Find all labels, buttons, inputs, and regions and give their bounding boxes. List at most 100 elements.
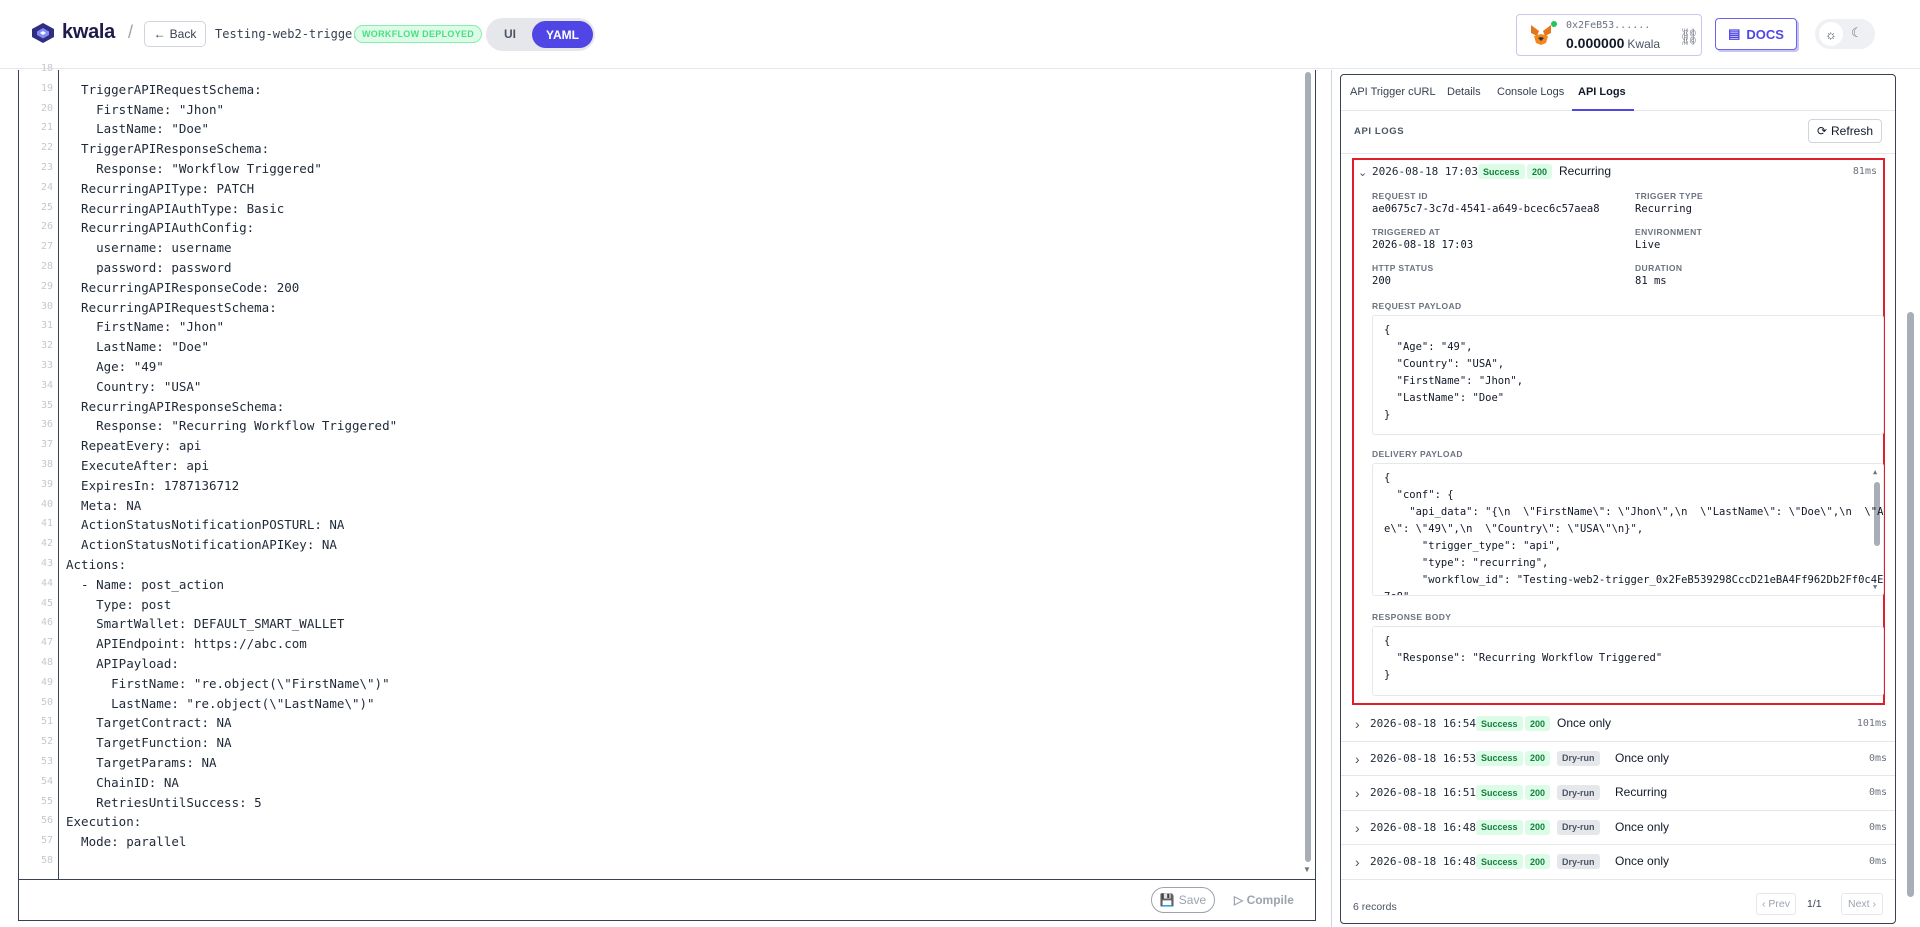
trigger-type-label: TRIGGER TYPE xyxy=(1635,191,1704,201)
chevron-down-icon[interactable]: ⌄ xyxy=(1358,166,1367,179)
tab-api-logs[interactable]: API Logs xyxy=(1578,86,1626,98)
save-label: Save xyxy=(1178,893,1207,907)
brand-logo[interactable]: kwala xyxy=(30,21,115,44)
chevron-right-icon[interactable]: › xyxy=(1355,785,1360,801)
response-body-box[interactable]: { "Response": "Recurring Workflow Trigge… xyxy=(1372,626,1884,696)
code-line[interactable]: TargetContract: NA xyxy=(66,715,231,730)
code-line[interactable]: RepeatEvery: api xyxy=(66,438,201,453)
scroll-up-arrow-icon[interactable]: ▲ xyxy=(1873,468,1877,476)
code-line[interactable]: RecurringAPIType: PATCH xyxy=(66,181,254,196)
code-line[interactable]: LastName: "Doe" xyxy=(66,121,209,136)
code-line[interactable]: Type: post xyxy=(66,597,171,612)
next-page-button[interactable]: Next › xyxy=(1841,893,1883,915)
line-number: 21 xyxy=(40,122,53,134)
code-line[interactable]: RecurringAPIAuthType: Basic xyxy=(66,201,284,216)
scroll-down-arrow-icon[interactable]: ▼ xyxy=(1303,865,1311,874)
code-line[interactable]: Age: "49" xyxy=(66,359,164,374)
chevron-right-icon[interactable]: › xyxy=(1355,854,1360,870)
tab-console-logs[interactable]: Console Logs xyxy=(1497,86,1564,98)
connected-indicator xyxy=(1551,21,1557,27)
code-line[interactable]: TriggerAPIResponseSchema: xyxy=(66,141,269,156)
code-line[interactable]: password: password xyxy=(66,260,231,275)
code-line[interactable]: username: username xyxy=(66,240,231,255)
code-line[interactable]: TargetParams: NA xyxy=(66,755,216,770)
refresh-button[interactable]: ⟳ Refresh xyxy=(1808,119,1882,143)
code-line[interactable]: Response: "Recurring Workflow Triggered" xyxy=(66,418,397,433)
editor-scroll-thumb[interactable] xyxy=(1305,72,1311,862)
tab-api-trigger-curl[interactable]: API Trigger cURL xyxy=(1350,86,1436,98)
code-line[interactable]: Execution: xyxy=(66,814,141,829)
log-duration: 0ms xyxy=(1868,821,1887,833)
code-line[interactable]: ExecuteAfter: api xyxy=(66,458,209,473)
request-payload-line: "Country": "USA", xyxy=(1384,358,1505,370)
panel-divider[interactable] xyxy=(1331,70,1332,927)
status-badge: Success xyxy=(1476,785,1523,800)
code-line[interactable]: RetriesUntilSuccess: 5 xyxy=(66,795,262,810)
wallet-card[interactable]: 0x2FeB53...... 0.000000 Kwala ⛓ xyxy=(1516,14,1702,56)
chevron-right-icon[interactable]: › xyxy=(1355,716,1360,732)
delivery-payload-line: "trigger_type": "api", xyxy=(1384,540,1562,552)
chevron-right-icon[interactable]: › xyxy=(1355,820,1360,836)
response-body-line: { xyxy=(1384,635,1391,647)
log-row[interactable]: › 2026-08-18 16:51 Success 200 Dry-run Recurr… xyxy=(1341,776,1895,811)
toggle-yaml[interactable]: YAML xyxy=(532,21,593,48)
sun-icon[interactable]: ☼ xyxy=(1819,22,1843,46)
line-number: 53 xyxy=(40,756,53,767)
yaml-editor[interactable]: 18 19 20 21 22 23 24 25 26 27 28 29 30 31 32 33 34 35 36 37… xyxy=(18,63,1316,880)
code-line[interactable]: APIPayload: xyxy=(66,656,179,671)
docs-button[interactable]: ▤ DOCS xyxy=(1715,18,1797,50)
log-row[interactable]: › 2026-08-18 16:54 Success 200 Once only 101m… xyxy=(1341,707,1895,742)
request-payload-box[interactable]: { "Age": "49", "Country": "USA", "FirstN… xyxy=(1372,315,1884,435)
log-timestamp: 2026-08-18 16:51 xyxy=(1370,786,1476,799)
delivery-payload-label: DELIVERY PAYLOAD xyxy=(1372,449,1463,459)
disconnect-link-icon[interactable]: ⛓ xyxy=(1679,27,1699,47)
code-line[interactable]: FirstName: "re.object(\"FirstName\")" xyxy=(66,676,389,691)
request-id-label: REQUEST ID xyxy=(1372,191,1428,201)
back-button[interactable]: ← Back xyxy=(144,21,206,47)
code-line[interactable]: ExpiresIn: 1787136712 xyxy=(66,478,239,493)
code-line[interactable]: RecurringAPIRequestSchema: xyxy=(66,300,277,315)
editor-footer: 💾 Save ▷ Compile xyxy=(18,880,1316,921)
save-button[interactable]: 💾 Save xyxy=(1151,887,1215,913)
code-line[interactable]: Meta: NA xyxy=(66,498,141,513)
line-number: 41 xyxy=(40,518,53,530)
trigger-kind: Once only xyxy=(1615,750,1670,765)
log-row[interactable]: › 2026-08-18 16:48 Success 200 Dry-run Once o… xyxy=(1341,845,1895,880)
code-line[interactable]: RecurringAPIResponseSchema: xyxy=(66,399,284,414)
code-line[interactable]: LastName: "re.object(\"LastName\")" xyxy=(66,696,374,711)
log-duration: 0ms xyxy=(1868,856,1887,867)
code-line[interactable]: RecurringAPIResponseCode: 200 xyxy=(66,280,299,295)
moon-icon[interactable]: ☾ xyxy=(1851,25,1863,41)
code-line[interactable]: TargetFunction: NA xyxy=(66,735,231,750)
code-line[interactable]: Response: "Workflow Triggered" xyxy=(66,161,322,176)
code-line[interactable]: Actions: xyxy=(66,557,126,572)
log-row[interactable]: › 2026-08-18 16:48 Success 200 Dry-run Once o… xyxy=(1341,811,1895,845)
code-line[interactable]: TriggerAPIRequestSchema: xyxy=(66,82,262,97)
code-line[interactable]: FirstName: "Jhon" xyxy=(66,102,224,117)
editor-scrollbar[interactable]: ▼ xyxy=(1302,70,1314,879)
code-line[interactable]: SmartWallet: DEFAULT_SMART_WALLET xyxy=(66,616,344,631)
code-line[interactable]: APIEndpoint: https://abc.com xyxy=(66,636,307,651)
page-scrollbar[interactable] xyxy=(1903,70,1918,927)
code-line[interactable]: ChainID: NA xyxy=(66,775,179,790)
line-number: 40 xyxy=(40,498,53,510)
code-line[interactable]: ActionStatusNotificationPOSTURL: NA xyxy=(66,517,344,532)
request-payload-line: } xyxy=(1384,409,1391,421)
toggle-ui[interactable]: UI xyxy=(504,27,516,41)
code-line[interactable]: RecurringAPIAuthConfig: xyxy=(66,220,254,235)
page-scroll-thumb[interactable] xyxy=(1907,312,1914,897)
log-row[interactable]: › 2026-08-18 16:53 Success 200 Dry-run Once o… xyxy=(1341,742,1895,776)
chevron-right-icon[interactable]: › xyxy=(1355,751,1360,767)
code-line[interactable]: Country: "USA" xyxy=(66,379,201,394)
code-line[interactable]: Mode: parallel xyxy=(66,834,186,849)
code-line[interactable]: ActionStatusNotificationAPIKey: NA xyxy=(66,537,337,552)
code-line[interactable]: - Name: post_action xyxy=(66,577,224,592)
code-line[interactable]: LastName: "Doe" xyxy=(66,339,209,354)
theme-toggle[interactable]: ☼ ☾ xyxy=(1815,19,1875,49)
tab-details[interactable]: Details xyxy=(1447,86,1481,98)
prev-page-button[interactable]: ‹ Prev xyxy=(1756,893,1796,915)
line-number: 38 xyxy=(40,459,53,470)
compile-button[interactable]: ▷ Compile xyxy=(1234,893,1294,907)
code-line[interactable]: FirstName: "Jhon" xyxy=(66,319,224,334)
delivery-payload-box[interactable]: ▲ ▼ { "conf": { "api_data": "{\n \"First… xyxy=(1372,463,1884,596)
